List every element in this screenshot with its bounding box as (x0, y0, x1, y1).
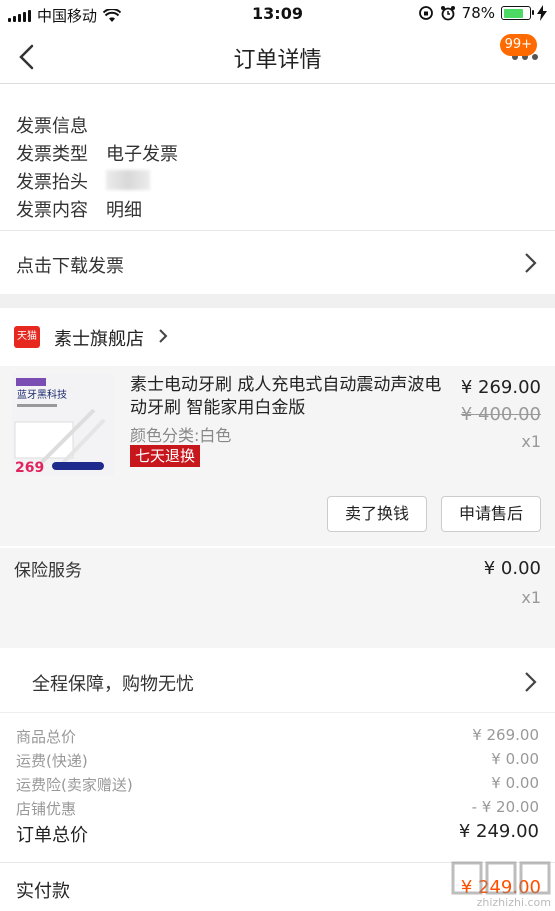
product-price: ¥ 269.00 (460, 377, 541, 398)
watermark-text: zhizhizhi.com (476, 896, 551, 909)
battery-percent: 78% (461, 4, 495, 22)
insurance-label: 保险服务 (14, 561, 82, 581)
invoice-heading: 发票信息 (16, 116, 88, 137)
product-image: 蓝牙黑科技 269 (12, 374, 114, 476)
summary-row: 运费险(卖家赠送) ¥ 0.00 (16, 774, 539, 798)
price-summary: 商品总价 ¥ 269.00 运费(快递) ¥ 0.00 运费险(卖家赠送) ¥ … (0, 720, 555, 860)
invoice-header-label: 发票抬头 (16, 172, 88, 193)
nav-bar: 订单详情 99+ (0, 30, 555, 84)
product-thumb-text: 蓝牙黑科技 (17, 388, 67, 401)
product-thumbnail[interactable]: 蓝牙黑科技 269 (12, 374, 114, 476)
summary-label: 店铺优惠 (16, 800, 77, 818)
summary-label: 商品总价 (16, 728, 77, 746)
divider (0, 230, 555, 231)
download-invoice-row[interactable]: 点击下载发票 (0, 232, 555, 294)
alarm-icon (440, 6, 455, 21)
divider (0, 712, 555, 713)
product-title[interactable]: 素士电动牙刷 成人充电式自动震动声波电动牙刷 智能家用白金版 (130, 374, 445, 420)
message-badge: 99+ (499, 34, 537, 56)
insurance-item: 保险服务 ¥ 0.00 x1 (0, 548, 555, 648)
section-gap (0, 294, 555, 308)
product-quantity: x1 (521, 432, 541, 451)
invoice-content-value: 明细 (106, 200, 142, 221)
insurance-quantity: x1 (521, 588, 541, 607)
summary-row: 运费(快递) ¥ 0.00 (16, 750, 539, 774)
summary-row: 店铺优惠 - ¥ 20.00 (16, 798, 539, 822)
invoice-content-label: 发票内容 (16, 200, 88, 221)
download-invoice-label: 点击下载发票 (16, 256, 124, 277)
product-item[interactable]: 蓝牙黑科技 269 素士电动牙刷 成人充电式自动震动声波电动牙刷 智能家用白金版… (0, 366, 555, 546)
invoice-type-row: 发票类型 电子发票 (16, 140, 178, 166)
tmall-logo: 天猫 (14, 326, 40, 348)
insurance-price: ¥ 0.00 (483, 558, 541, 579)
guarantee-label: 全程保障，购物无忧 (32, 674, 194, 695)
product-original-price: ¥ 400.00 (460, 404, 541, 425)
guarantee-row[interactable]: 全程保障，购物无忧 (0, 652, 555, 712)
sell-button[interactable]: 卖了换钱 (327, 496, 427, 532)
order-total-label: 订单总价 (16, 825, 88, 846)
summary-row: 商品总价 ¥ 269.00 (16, 726, 539, 750)
invoice-content-row: 发票内容 明细 (16, 196, 142, 222)
return-badge: 七天退换 (130, 445, 201, 467)
page-title: 订单详情 (233, 48, 322, 73)
invoice-type-value: 电子发票 (106, 144, 178, 165)
product-variant: 颜色分类:白色 (130, 426, 232, 445)
invoice-header-row: 发票抬头 (16, 168, 150, 194)
summary-value: ¥ 269.00 (472, 726, 539, 744)
chevron-right-icon (525, 253, 537, 273)
product-thumb-price: 269 (15, 460, 44, 476)
summary-value: - ¥ 20.00 (471, 798, 539, 816)
status-right: 78% (418, 4, 547, 22)
summary-label: 运费(快递) (16, 752, 88, 770)
shop-row[interactable]: 天猫 素士旗舰店 (0, 308, 555, 366)
chevron-right-icon (159, 329, 168, 343)
status-bar: 中国移动 13:09 78% (0, 0, 555, 30)
summary-value: ¥ 0.00 (491, 750, 539, 768)
aftersale-button[interactable]: 申请售后 (441, 496, 541, 532)
order-total-row: 订单总价 ¥ 249.00 (16, 821, 539, 846)
chevron-right-icon (525, 672, 537, 692)
shop-name: 素士旗舰店 (54, 329, 144, 350)
summary-value: ¥ 0.00 (491, 774, 539, 792)
charging-icon (537, 5, 547, 21)
rotation-lock-icon (418, 6, 433, 20)
summary-label: 运费险(卖家赠送) (16, 776, 133, 794)
invoice-type-label: 发票类型 (16, 144, 88, 165)
invoice-header-redacted (106, 170, 150, 190)
battery-icon (501, 6, 534, 20)
paid-label: 实付款 (16, 881, 70, 902)
order-total-value: ¥ 249.00 (458, 821, 539, 842)
